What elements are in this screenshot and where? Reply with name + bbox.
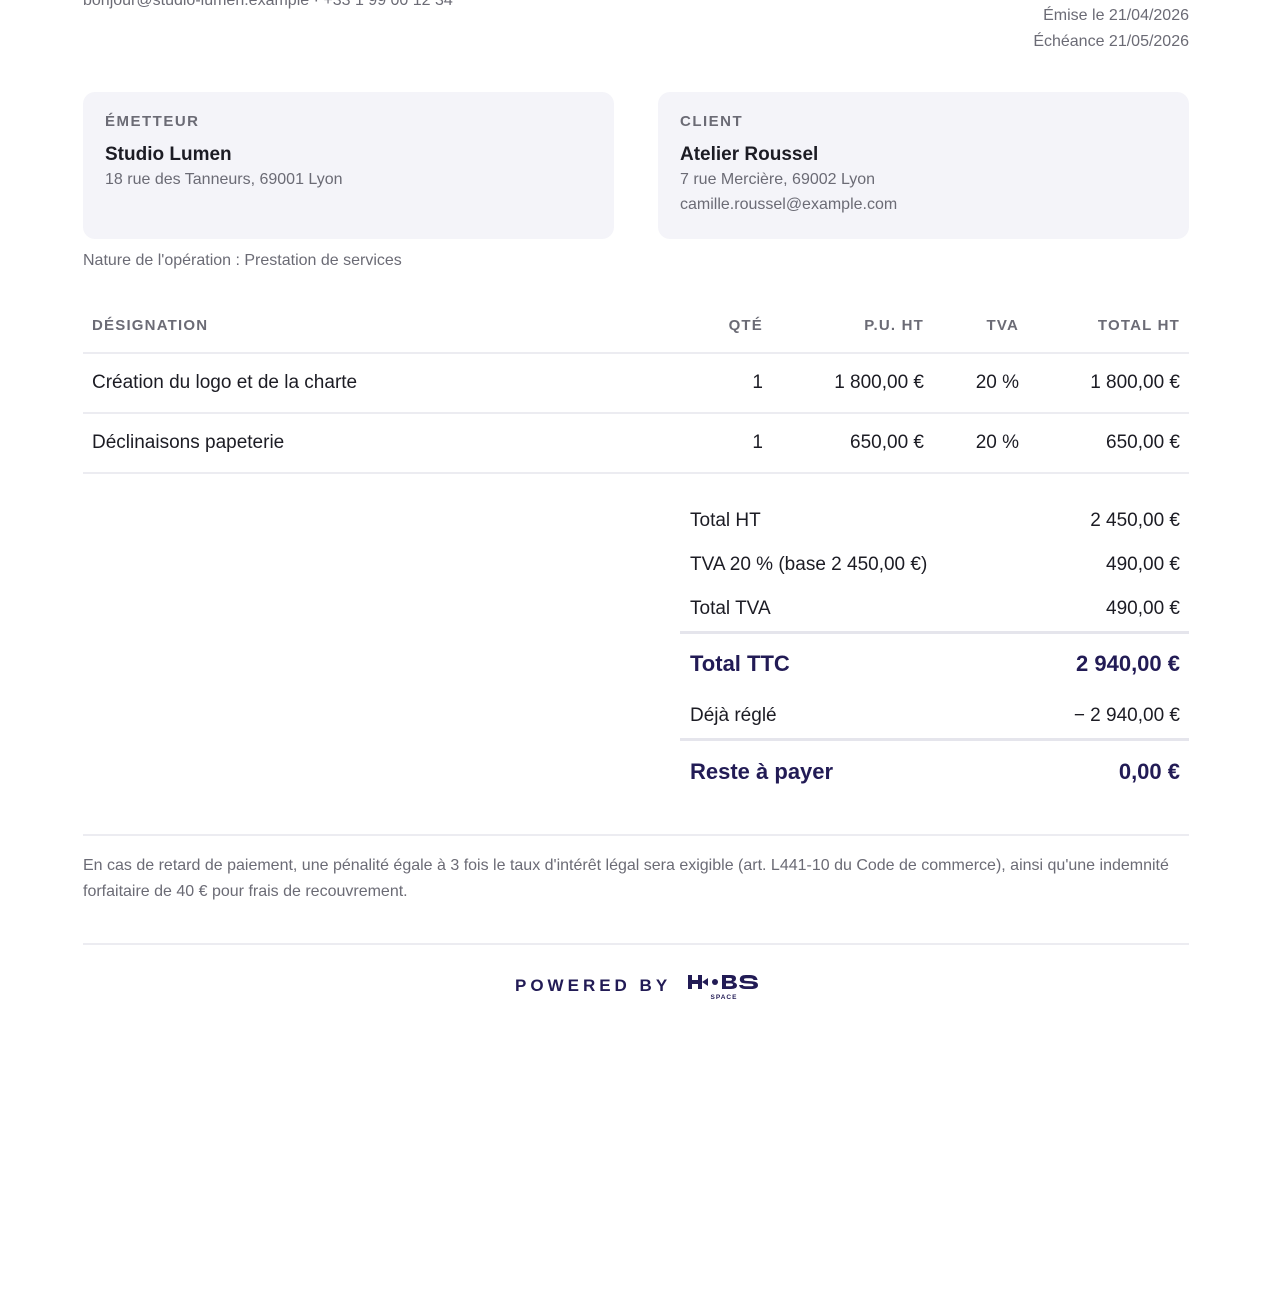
table-row: Création du logo et de la charte 1 1 800…: [83, 354, 1189, 414]
column-header-designation: DÉSIGNATION: [92, 317, 209, 334]
invoice-dates: Émise le 21/04/2026 Échéance 21/05/2026: [1033, 6, 1189, 58]
row-vat: 20 %: [975, 432, 1019, 453]
column-header-vat: TVA: [986, 317, 1019, 334]
total-ht-value: 2 450,00 €: [1090, 510, 1180, 531]
total-ttc-row: Total TTC 2 940,00 €: [680, 634, 1189, 694]
emitter-heading: ÉMETTEUR: [105, 113, 200, 130]
emitter-card: ÉMETTEUR Studio Lumen 18 rue des Tanneur…: [83, 92, 614, 239]
emitter-address: 18 rue des Tanneurs, 69001 Lyon: [105, 171, 343, 188]
paid-row: Déjà réglé − 2 940,00 €: [680, 694, 1189, 738]
hobs-space-logo[interactable]: SPACE: [688, 972, 760, 1002]
paid-label: Déjà réglé: [690, 705, 777, 726]
total-vat-value: 490,00 €: [1106, 598, 1180, 619]
emitter-name: Studio Lumen: [105, 144, 232, 165]
column-header-qty: QTÉ: [728, 317, 763, 334]
total-vat-label: Total TVA: [690, 598, 771, 619]
client-name: Atelier Roussel: [680, 144, 819, 165]
vat-line-label: TVA 20 % (base 2 450,00 €): [690, 554, 928, 575]
issue-date: Émise le 21/04/2026: [1043, 7, 1189, 24]
footer-divider: [83, 943, 1189, 945]
remaining-value: 0,00 €: [1118, 759, 1180, 784]
row-total: 650,00 €: [1106, 432, 1180, 453]
total-ht-label: Total HT: [690, 510, 761, 531]
client-card: CLIENT Atelier Roussel 7 rue Mercière, 6…: [658, 92, 1189, 239]
totals-block: Total HT 2 450,00 € TVA 20 % (base 2 450…: [680, 499, 1189, 801]
paid-value: − 2 940,00 €: [1073, 705, 1180, 726]
vat-line-row: TVA 20 % (base 2 450,00 €) 490,00 €: [680, 543, 1189, 587]
row-vat: 20 %: [975, 372, 1019, 393]
due-date: Échéance 21/05/2026: [1033, 33, 1189, 50]
section-divider: [83, 834, 1189, 836]
vat-line-value: 490,00 €: [1106, 554, 1180, 575]
powered-by-label: POWERED BY: [515, 976, 672, 995]
client-email: camille.roussel@example.com: [680, 196, 898, 213]
row-designation: Déclinaisons papeterie: [92, 432, 285, 453]
row-total: 1 800,00 €: [1090, 372, 1180, 393]
powered-by: POWERED BY SPACE: [83, 966, 1189, 1006]
remaining-label: Reste à payer: [690, 759, 834, 784]
row-unit-price: 1 800,00 €: [834, 372, 924, 393]
total-ht-row: Total HT 2 450,00 €: [680, 499, 1189, 543]
items-table: DÉSIGNATION QTÉ P.U. HT TVA TOTAL HT Cré…: [83, 300, 1189, 474]
column-header-unit-price: P.U. HT: [864, 317, 924, 334]
column-header-total: TOTAL HT: [1097, 317, 1180, 334]
emitter-contact: bonjour@studio-lumen.example · +33 1 99 …: [83, 0, 453, 9]
row-qty: 1: [752, 372, 763, 393]
total-vat-row: Total TVA 490,00 €: [680, 587, 1189, 631]
table-header: DÉSIGNATION QTÉ P.U. HT TVA TOTAL HT: [83, 300, 1189, 354]
total-ttc-value: 2 940,00 €: [1076, 651, 1180, 676]
client-heading: CLIENT: [680, 113, 744, 130]
table-row: Déclinaisons papeterie 1 650,00 € 20 % 6…: [83, 414, 1189, 474]
row-qty: 1: [752, 432, 763, 453]
client-address: 7 rue Mercière, 69002 Lyon: [680, 171, 876, 188]
remaining-row: Reste à payer 0,00 €: [680, 741, 1189, 801]
invoice-page: bonjour@studio-lumen.example · +33 1 99 …: [83, 0, 1189, 1300]
row-designation: Création du logo et de la charte: [92, 372, 358, 393]
svg-text:SPACE: SPACE: [711, 994, 738, 1001]
row-unit-price: 650,00 €: [850, 432, 924, 453]
operation-nature: Nature de l'opération : Prestation de se…: [83, 252, 402, 269]
late-payment-notice: En cas de retard de paiement, une pénali…: [83, 857, 1169, 900]
total-ttc-label: Total TTC: [690, 651, 790, 676]
